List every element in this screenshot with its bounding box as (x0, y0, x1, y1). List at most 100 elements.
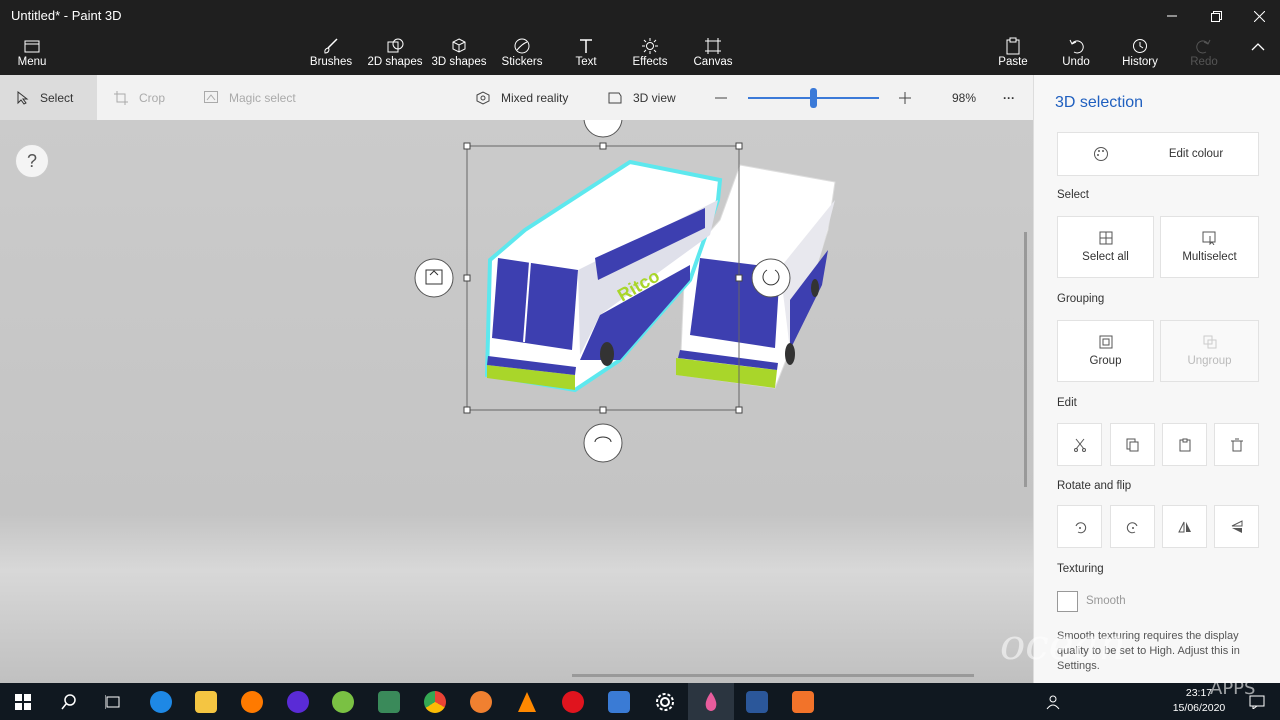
orange-square-icon (792, 690, 814, 713)
app-green[interactable] (320, 683, 366, 720)
purple-app-icon (287, 690, 309, 713)
multiselect-icon (1202, 231, 1215, 245)
zoom-in-button[interactable] (898, 75, 912, 120)
app-orange-square[interactable] (780, 683, 826, 720)
magic-select-icon (204, 90, 218, 103)
app-caldera[interactable] (366, 683, 412, 720)
palette-icon (1093, 147, 1108, 161)
copy-icon (1126, 438, 1138, 451)
paste-panel-button[interactable] (1162, 423, 1207, 466)
magnifier-app-icon (241, 690, 263, 713)
menu-button[interactable]: Menu (13, 36, 51, 72)
paste-icon (1006, 37, 1020, 55)
cube-icon (452, 38, 466, 53)
chrome-icon (424, 690, 446, 713)
3d-view-icon (608, 92, 622, 103)
brushes-tab[interactable]: Brushes (306, 36, 356, 72)
paste-icon (1179, 438, 1190, 451)
file-explorer-app[interactable] (183, 683, 229, 720)
panel-title: 3D selection (1055, 94, 1144, 111)
crop-tool[interactable]: Crop (113, 75, 165, 120)
rotate-left-button[interactable] (1057, 505, 1102, 548)
ungroup-button[interactable]: Ungroup (1160, 320, 1259, 382)
task-view-button[interactable] (90, 683, 136, 720)
collapse-ribbon-button[interactable] (1248, 42, 1268, 78)
start-button[interactable] (0, 683, 46, 720)
search-app[interactable] (229, 683, 275, 720)
3d-shapes-tab[interactable]: 3D shapes (430, 36, 488, 72)
chrome-app[interactable] (412, 683, 458, 720)
undo-icon (1069, 39, 1084, 54)
flip-vertical-button[interactable] (1214, 505, 1259, 548)
redo-button[interactable]: Redo (1188, 36, 1220, 72)
depth-handle[interactable] (414, 258, 454, 298)
canvas-tab[interactable]: Canvas (692, 36, 734, 72)
group-button[interactable]: Group (1057, 320, 1154, 382)
zoom-out-button[interactable] (714, 75, 728, 120)
restore-icon (1210, 10, 1222, 22)
rotate-right-icon (1126, 521, 1137, 533)
rotate-right-button[interactable] (1110, 505, 1155, 548)
word-app[interactable] (734, 683, 780, 720)
settings-app[interactable] (642, 683, 688, 720)
vertical-scrollbar[interactable] (1024, 232, 1027, 487)
cut-button[interactable] (1057, 423, 1102, 466)
maximize-button[interactable] (1194, 0, 1238, 32)
smooth-checkbox[interactable] (1057, 591, 1078, 612)
edit-section-label: Edit (1057, 397, 1077, 409)
horizontal-scrollbar[interactable] (572, 674, 974, 677)
canvas-area[interactable]: ? Ritco (0, 120, 1033, 683)
select-all-button[interactable]: Select all (1057, 216, 1154, 278)
edge-app[interactable] (138, 683, 184, 720)
vlc-app[interactable] (504, 683, 550, 720)
brush-icon (324, 38, 338, 54)
app-orange[interactable] (458, 683, 504, 720)
app-purple[interactable] (275, 683, 321, 720)
close-button[interactable] (1237, 0, 1280, 32)
copy-button[interactable] (1110, 423, 1155, 466)
people-icon (1046, 695, 1060, 709)
paint3d-app[interactable] (688, 683, 734, 720)
mixed-reality-button[interactable]: Mixed reality (475, 75, 568, 120)
people-icon-button[interactable] (1030, 683, 1076, 720)
delete-button[interactable] (1214, 423, 1259, 466)
paste-button[interactable]: Paste (995, 36, 1031, 72)
effects-tab[interactable]: Effects (628, 36, 672, 72)
windows-icon (15, 693, 31, 710)
mixed-reality-icon (476, 90, 490, 105)
orange-app-icon (470, 690, 492, 713)
zoom-slider-thumb[interactable] (810, 88, 817, 108)
select-tool[interactable]: Select (0, 75, 97, 120)
3d-view-button[interactable]: 3D view (607, 75, 676, 120)
stickers-tab[interactable]: Stickers (498, 36, 546, 72)
flip-horizontal-button[interactable] (1162, 505, 1207, 548)
vlc-icon (518, 691, 536, 712)
edit-colour-button[interactable]: Edit colour (1057, 132, 1259, 176)
rotate-top-handle[interactable] (583, 120, 623, 138)
sun-icon (642, 38, 658, 54)
canvas-icon (705, 38, 721, 54)
select-section-label: Select (1057, 189, 1089, 201)
magic-select-tool[interactable]: Magic select (203, 75, 296, 120)
edge-icon (150, 690, 172, 713)
rotate-side-handle[interactable] (751, 258, 791, 298)
group-icon (1099, 335, 1112, 349)
zoom-level: 98% (952, 90, 977, 105)
side-panel: 3D selection Edit colour Select Select a… (1033, 75, 1280, 683)
undo-button[interactable]: Undo (1058, 36, 1094, 72)
scissors-icon (1073, 438, 1086, 452)
text-icon (580, 39, 592, 53)
2d-shapes-tab[interactable]: 2D shapes (366, 36, 424, 72)
opera-app[interactable] (550, 683, 596, 720)
minimize-button[interactable] (1150, 0, 1194, 32)
more-options-button[interactable]: ··· (1003, 75, 1015, 120)
paint3d-icon (705, 691, 717, 711)
app-blue-window[interactable] (596, 683, 642, 720)
multiselect-button[interactable]: Multiselect (1160, 216, 1259, 278)
ungroup-icon (1203, 335, 1216, 349)
history-button[interactable]: History (1118, 36, 1162, 72)
search-button[interactable] (46, 683, 92, 720)
3d-scene[interactable]: Ritco (0, 120, 1033, 683)
rotate-bottom-handle[interactable] (583, 423, 623, 463)
text-tab[interactable]: Text (566, 36, 606, 72)
